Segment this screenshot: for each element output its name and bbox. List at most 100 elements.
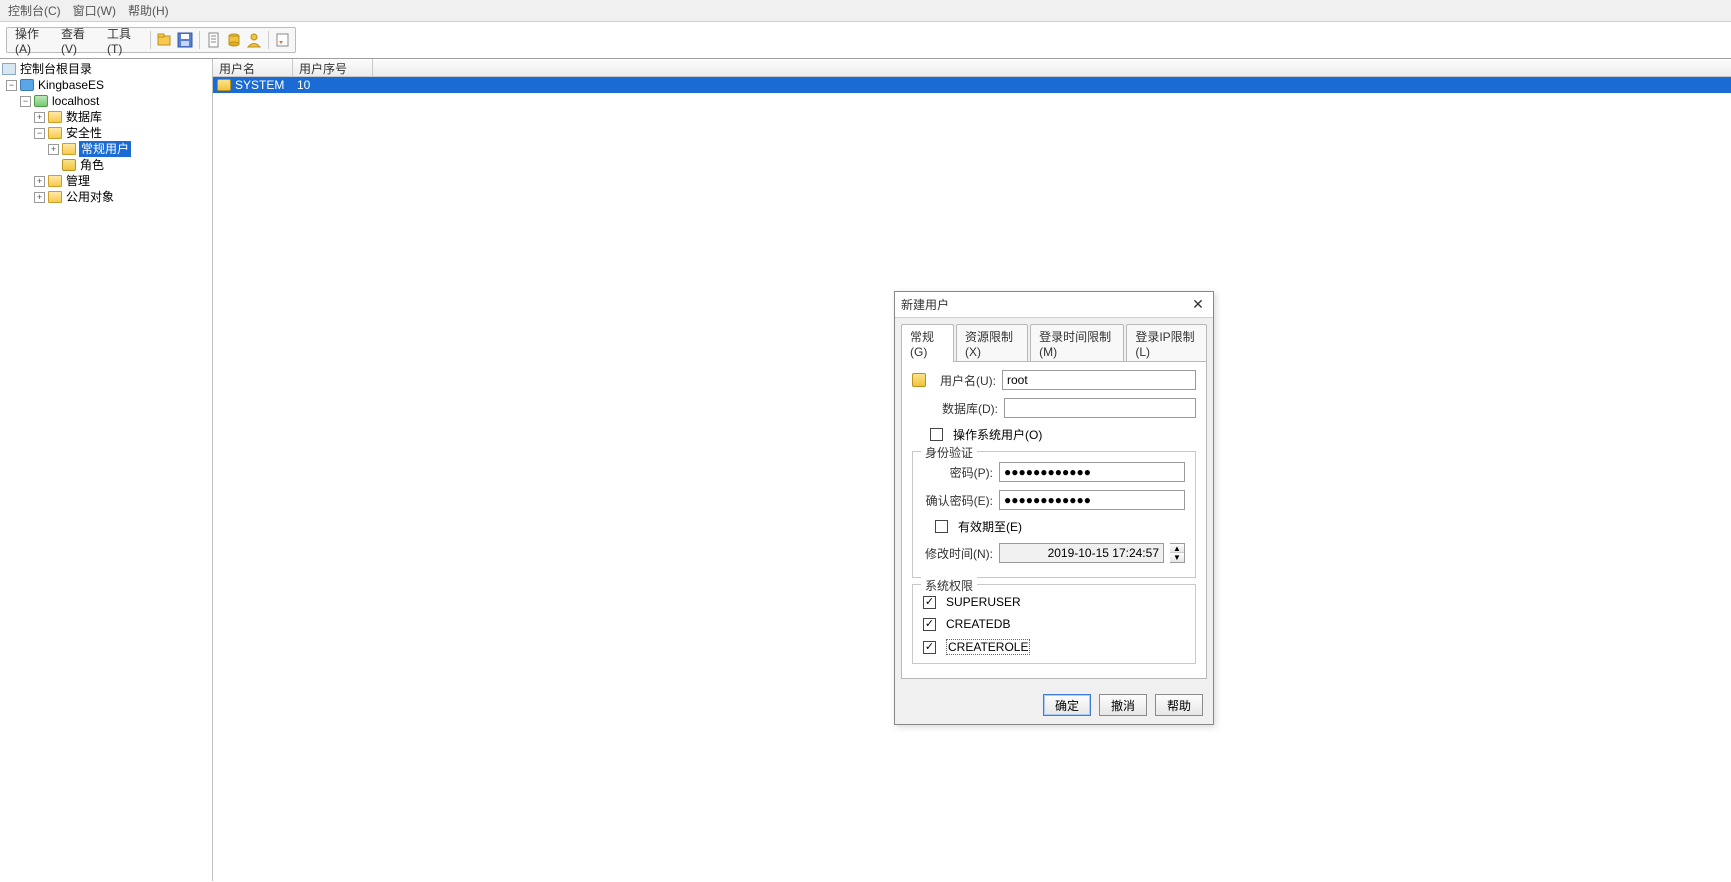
input-password[interactable]	[999, 462, 1185, 482]
user-icon[interactable]	[246, 32, 262, 48]
dialog-tabs: 常规(G) 资源限制(X) 登录时间限制(M) 登录IP限制(L)	[895, 318, 1213, 362]
tree-database-label: 数据库	[65, 109, 103, 125]
save-icon[interactable]	[177, 32, 193, 48]
tree-security-label: 安全性	[65, 125, 103, 141]
row-confirm-password: 确认密码(E):	[923, 490, 1185, 510]
tree-regular-users[interactable]: + 常规用户	[2, 141, 210, 157]
host-icon	[34, 95, 48, 107]
cell-username-text: SYSTEM	[235, 78, 284, 92]
row-modify-time: 修改时间(N): ▲▼	[923, 543, 1185, 563]
toolbar-action[interactable]: 操作(A)	[11, 23, 53, 58]
toolbar: 操作(A) 查看(V) 工具(T)	[6, 27, 296, 53]
folder-icon	[62, 143, 76, 155]
checkbox-superuser[interactable]	[923, 596, 936, 609]
refresh-icon[interactable]	[275, 32, 291, 48]
row-expire: 有效期至(E)	[923, 518, 1185, 535]
checkbox-expire[interactable]	[935, 520, 948, 533]
expand-toggle[interactable]: +	[34, 176, 45, 187]
label-expire: 有效期至(E)	[958, 518, 1022, 535]
row-createrole: CREATEROLE	[923, 639, 1185, 655]
tree-database[interactable]: + 数据库	[2, 109, 210, 125]
toolbar-separator	[150, 31, 151, 49]
dialog-body: 用户名(U): 数据库(D): 操作系统用户(O) 身份验证 密码(P):	[901, 361, 1207, 679]
tab-resource[interactable]: 资源限制(X)	[956, 324, 1028, 362]
tree-kingbase-label: KingbaseES	[37, 77, 105, 93]
input-database[interactable]	[1004, 398, 1196, 418]
menu-help[interactable]: 帮助(H)	[122, 0, 175, 21]
spinner-down-icon[interactable]: ▼	[1170, 553, 1184, 562]
content-pane: 用户名 用户序号 SYSTEM 10 新建用户 ✕ 常规(G) 资源限制(X) …	[213, 59, 1731, 881]
expand-blank	[48, 160, 59, 171]
tree-root-label: 控制台根目录	[19, 61, 93, 77]
expand-toggle[interactable]: −	[34, 128, 45, 139]
row-password: 密码(P):	[923, 462, 1185, 482]
expand-toggle[interactable]: −	[6, 80, 17, 91]
tree-kingbase[interactable]: − KingbaseES	[2, 77, 210, 93]
label-createrole: CREATEROLE	[946, 639, 1030, 655]
menubar: 控制台(C) 窗口(W) 帮助(H)	[0, 0, 1731, 22]
tree-localhost[interactable]: − localhost	[2, 93, 210, 109]
tree-roles-label: 角色	[79, 157, 105, 173]
cancel-button[interactable]: 撤消	[1099, 694, 1147, 716]
tree-public-objects-label: 公用对象	[65, 189, 115, 205]
main-split: 控制台根目录 − KingbaseES − localhost + 数据库	[0, 59, 1731, 881]
folder-icon	[48, 111, 62, 123]
tab-login-time[interactable]: 登录时间限制(M)	[1030, 324, 1124, 362]
toolbar-separator	[199, 31, 200, 49]
server-icon	[20, 79, 34, 91]
checkbox-createrole[interactable]	[923, 641, 936, 654]
expand-toggle[interactable]: −	[20, 96, 31, 107]
user-row-icon	[217, 79, 231, 91]
expand-toggle[interactable]: +	[34, 112, 45, 123]
legend-sys-priv: 系统权限	[921, 577, 977, 594]
tab-general[interactable]: 常规(G)	[901, 324, 954, 362]
group-auth: 身份验证 密码(P): 确认密码(E): 有效期至(E)	[912, 451, 1196, 578]
help-button[interactable]: 帮助	[1155, 694, 1203, 716]
label-createdb: CREATEDB	[946, 617, 1010, 631]
col-userid[interactable]: 用户序号	[293, 59, 373, 76]
row-username: 用户名(U):	[912, 370, 1196, 390]
dialog-titlebar[interactable]: 新建用户 ✕	[895, 292, 1213, 318]
group-sys-priv: 系统权限 SUPERUSER CREATEDB CREATEROLE	[912, 584, 1196, 664]
checkbox-os-user[interactable]	[930, 428, 943, 441]
input-modify-time[interactable]	[999, 543, 1164, 563]
spinner-up-icon[interactable]: ▲	[1170, 544, 1184, 553]
ok-button[interactable]: 确定	[1043, 694, 1091, 716]
close-icon[interactable]: ✕	[1189, 296, 1207, 314]
tree-localhost-label: localhost	[51, 93, 100, 109]
tree-management[interactable]: + 管理	[2, 173, 210, 189]
script-icon[interactable]	[206, 32, 222, 48]
menu-window[interactable]: 窗口(W)	[67, 0, 122, 21]
tab-login-ip[interactable]: 登录IP限制(L)	[1126, 324, 1207, 362]
expand-toggle[interactable]: +	[34, 192, 45, 203]
checkbox-createdb[interactable]	[923, 618, 936, 631]
tree-roles[interactable]: 角色	[2, 157, 210, 173]
role-icon	[62, 159, 76, 171]
label-database: 数据库(D):	[912, 400, 998, 417]
col-username[interactable]: 用户名	[213, 59, 293, 76]
folder-icon	[48, 175, 62, 187]
tree-public-objects[interactable]: + 公用对象	[2, 189, 210, 205]
label-password: 密码(P):	[923, 464, 993, 481]
table-row[interactable]: SYSTEM 10	[213, 77, 1731, 93]
tree-root[interactable]: 控制台根目录	[2, 61, 210, 77]
input-username[interactable]	[1002, 370, 1196, 390]
legend-auth: 身份验证	[921, 444, 977, 461]
toolbar-view[interactable]: 查看(V)	[57, 23, 99, 58]
folder-icon	[48, 127, 62, 139]
tree-pane: 控制台根目录 − KingbaseES − localhost + 数据库	[0, 59, 213, 881]
toolbar-tool[interactable]: 工具(T)	[103, 23, 144, 58]
new-user-dialog: 新建用户 ✕ 常规(G) 资源限制(X) 登录时间限制(M) 登录IP限制(L)…	[894, 291, 1214, 725]
tree-security[interactable]: − 安全性	[2, 125, 210, 141]
dialog-buttons: 确定 撤消 帮助	[895, 686, 1213, 724]
cylinder-icon[interactable]	[226, 32, 242, 48]
open-folder-icon[interactable]	[157, 32, 173, 48]
tree: 控制台根目录 − KingbaseES − localhost + 数据库	[0, 59, 212, 207]
tree-management-label: 管理	[65, 173, 91, 189]
menu-console[interactable]: 控制台(C)	[2, 0, 67, 21]
expand-toggle[interactable]: +	[48, 144, 59, 155]
user-icon	[912, 373, 926, 387]
input-confirm-password[interactable]	[999, 490, 1185, 510]
time-spinner[interactable]: ▲▼	[1170, 543, 1185, 563]
folder-icon	[48, 191, 62, 203]
